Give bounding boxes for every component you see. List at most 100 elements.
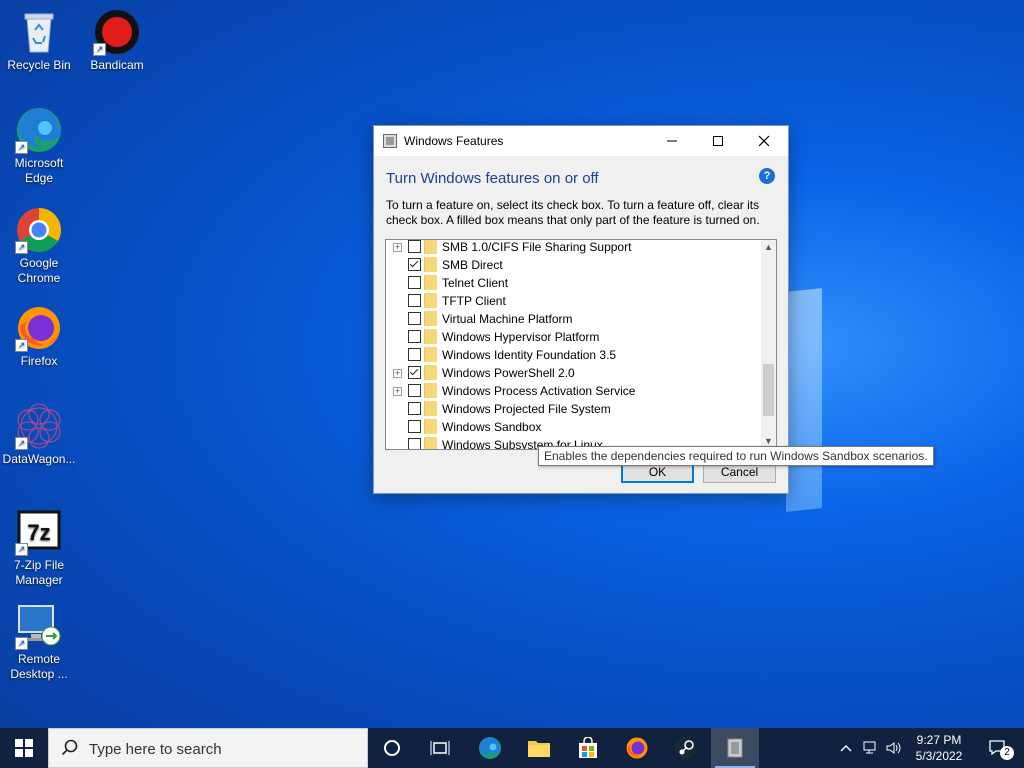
feature-checkbox[interactable]: [408, 420, 421, 433]
expand-plus-icon[interactable]: +: [393, 387, 402, 396]
maximize-icon: [713, 136, 723, 146]
windows-features-icon: [727, 738, 743, 758]
feature-checkbox[interactable]: [408, 240, 421, 253]
folder-icon: [424, 365, 437, 380]
expand-plus-icon[interactable]: +: [393, 243, 402, 252]
expand-plus-icon[interactable]: +: [393, 369, 402, 378]
desktop-icon-recycle-bin[interactable]: Recycle Bin: [0, 8, 78, 73]
windows-features-dialog: Windows Features Turn Windows features o…: [373, 125, 789, 494]
action-center-button[interactable]: 2: [980, 728, 1016, 768]
feature-row[interactable]: + Windows Process Activation Service: [386, 382, 760, 400]
feature-checkbox[interactable]: [408, 402, 421, 415]
folder-icon: [424, 437, 437, 449]
taskbar: Type here to search 9:27 PM 5/3/2022 2: [0, 728, 1024, 768]
desktop-icon-edge[interactable]: ↗ Microsoft Edge: [0, 106, 78, 186]
maximize-button[interactable]: [695, 126, 741, 156]
speaker-icon: [886, 742, 901, 754]
show-hidden-icons-button[interactable]: [836, 728, 856, 768]
feature-checkbox[interactable]: [408, 330, 421, 343]
tree-scrollbar[interactable]: ▲ ▼: [761, 240, 776, 449]
firefox-icon: ↗: [15, 304, 63, 352]
folder-icon: [424, 311, 437, 326]
desktop-icon-bandicam[interactable]: ↗ Bandicam: [78, 8, 156, 73]
search-placeholder: Type here to search: [89, 741, 222, 758]
store-bag-icon: [579, 737, 597, 758]
notification-badge: 2: [1000, 746, 1014, 760]
feature-checkbox[interactable]: [408, 438, 421, 449]
feature-label: Windows PowerShell 2.0: [442, 366, 575, 380]
folder-icon: [424, 401, 437, 416]
feature-row[interactable]: + Windows PowerShell 2.0: [386, 364, 760, 382]
windows-features-icon: [383, 134, 397, 148]
datawagon-icon: ↗: [15, 402, 63, 450]
close-button[interactable]: [741, 126, 787, 156]
folder-icon: [424, 293, 437, 308]
wallpaper-logo-pane: [786, 288, 822, 512]
desktop-icon-label: DataWagon...: [2, 452, 76, 466]
folder-icon: [424, 275, 437, 290]
folder-icon: [424, 383, 437, 398]
desktop-icon-chrome[interactable]: ↗ Google Chrome: [0, 206, 78, 286]
feature-row[interactable]: Windows Sandbox: [386, 418, 760, 436]
feature-label: Telnet Client: [442, 276, 509, 290]
taskbar-clock[interactable]: 9:27 PM 5/3/2022: [904, 732, 974, 764]
desktop-icon-7zip[interactable]: 7z ↗ 7-Zip File Manager: [0, 508, 78, 588]
scroll-up-icon[interactable]: ▲: [761, 240, 776, 255]
feature-row[interactable]: TFTP Client: [386, 292, 760, 310]
feature-label: Windows Identity Foundation 3.5: [442, 348, 617, 362]
desktop-icon-remote-desktop[interactable]: ↗ Remote Desktop ...: [0, 602, 78, 682]
taskbar-search-box[interactable]: Type here to search: [48, 728, 368, 768]
taskbar-firefox[interactable]: [613, 728, 661, 768]
feature-row[interactable]: Windows Projected File System: [386, 400, 760, 418]
volume-button[interactable]: [883, 728, 905, 768]
feature-label: Windows Hypervisor Platform: [442, 330, 600, 344]
minimize-button[interactable]: [649, 126, 695, 156]
feature-row[interactable]: SMB Direct: [386, 256, 760, 274]
chevron-up-icon: [840, 745, 852, 752]
cortana-button[interactable]: [368, 728, 416, 768]
clock-time: 9:27 PM: [916, 733, 962, 747]
network-button[interactable]: [860, 728, 882, 768]
shortcut-arrow-icon: ↗: [15, 241, 28, 254]
svg-text:7z: 7z: [27, 520, 50, 545]
feature-checkbox[interactable]: [408, 258, 421, 271]
taskbar-windows-features[interactable]: [711, 728, 759, 768]
taskbar-store[interactable]: [564, 728, 612, 768]
feature-checkbox[interactable]: [408, 294, 421, 307]
scroll-thumb[interactable]: [763, 364, 774, 416]
desktop-icon-label: Bandicam: [90, 58, 144, 72]
help-icon[interactable]: ?: [759, 168, 775, 184]
taskbar-steam[interactable]: [662, 728, 710, 768]
feature-checkbox[interactable]: [408, 276, 421, 289]
remote-desktop-icon: ↗: [15, 602, 63, 650]
desktop-icon-firefox[interactable]: ↗ Firefox: [0, 304, 78, 369]
feature-row[interactable]: Windows Identity Foundation 3.5: [386, 346, 760, 364]
recycle-bin-icon: [15, 8, 63, 56]
task-view-button[interactable]: [416, 728, 464, 768]
network-icon: [863, 741, 876, 754]
folder-icon: [424, 329, 437, 344]
desktop-icon-label: Firefox: [20, 354, 58, 368]
taskbar-file-explorer[interactable]: [515, 728, 563, 768]
steam-icon: [675, 737, 697, 759]
dialog-titlebar[interactable]: Windows Features: [374, 126, 788, 156]
feature-checkbox[interactable]: [408, 366, 421, 379]
feature-checkbox[interactable]: [408, 348, 421, 361]
folder-icon: [424, 347, 437, 362]
feature-row[interactable]: + SMB 1.0/CIFS File Sharing Support: [386, 240, 760, 256]
dialog-description: To turn a feature on, select its check b…: [386, 198, 760, 227]
taskbar-edge[interactable]: [466, 728, 514, 768]
feature-row[interactable]: Virtual Machine Platform: [386, 310, 760, 328]
feature-checkbox[interactable]: [408, 312, 421, 325]
feature-row[interactable]: Windows Hypervisor Platform: [386, 328, 760, 346]
features-tree[interactable]: + SMB 1.0/CIFS File Sharing Support SMB Di…: [385, 239, 777, 450]
feature-row[interactable]: Telnet Client: [386, 274, 760, 292]
desktop-icon-label: Recycle Bin: [7, 58, 71, 72]
dialog-title: Windows Features: [404, 134, 504, 148]
start-button[interactable]: [0, 728, 48, 768]
search-icon: [61, 739, 78, 756]
feature-checkbox[interactable]: [408, 384, 421, 397]
desktop-icon-label: Microsoft Edge: [14, 156, 64, 185]
desktop-icon-datawagon[interactable]: ↗ DataWagon...: [0, 402, 78, 467]
folder-icon: [424, 419, 437, 434]
